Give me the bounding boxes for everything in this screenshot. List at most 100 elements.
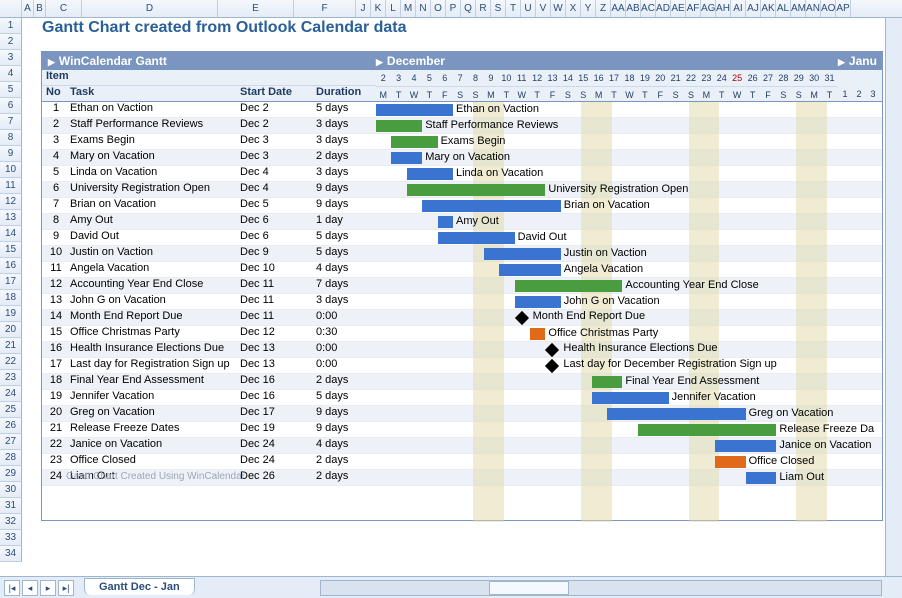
- col-header[interactable]: AE: [671, 0, 686, 17]
- col-header[interactable]: F: [294, 0, 356, 17]
- row-header[interactable]: 28: [0, 450, 22, 466]
- col-header[interactable]: K: [371, 0, 386, 17]
- row-header[interactable]: 7: [0, 114, 22, 130]
- task-row[interactable]: 18 Final Year End Assessment Dec 16 2 da…: [42, 374, 882, 390]
- col-header[interactable]: V: [536, 0, 551, 17]
- row-header[interactable]: 4: [0, 66, 22, 82]
- row-header[interactable]: 18: [0, 290, 22, 306]
- sheet-tab[interactable]: Gantt Dec - Jan: [84, 578, 195, 595]
- row-header[interactable]: 15: [0, 242, 22, 258]
- col-header[interactable]: R: [476, 0, 491, 17]
- row-header[interactable]: 16: [0, 258, 22, 274]
- row-header[interactable]: 6: [0, 98, 22, 114]
- task-row[interactable]: 9 David Out Dec 6 5 days David Out: [42, 230, 882, 246]
- col-header[interactable]: L: [386, 0, 401, 17]
- col-header[interactable]: W: [551, 0, 566, 17]
- row-header[interactable]: 21: [0, 338, 22, 354]
- task-row[interactable]: 11 Angela Vacation Dec 10 4 days Angela …: [42, 262, 882, 278]
- col-header[interactable]: AM: [791, 0, 806, 17]
- task-row[interactable]: 7 Brian on Vacation Dec 5 9 days Brian o…: [42, 198, 882, 214]
- tab-nav-prev[interactable]: ◂: [22, 580, 38, 596]
- row-header[interactable]: 23: [0, 370, 22, 386]
- col-header[interactable]: A: [22, 0, 34, 17]
- col-header[interactable]: AH: [716, 0, 731, 17]
- row-header[interactable]: 31: [0, 498, 22, 514]
- tab-nav-last[interactable]: ▸|: [58, 580, 74, 596]
- col-header[interactable]: AG: [701, 0, 716, 17]
- col-header[interactable]: T: [506, 0, 521, 17]
- task-row[interactable]: 1 Ethan on Vaction Dec 2 5 days Ethan on…: [42, 102, 882, 118]
- row-header[interactable]: 19: [0, 306, 22, 322]
- row-header[interactable]: 2: [0, 34, 22, 50]
- col-header[interactable]: B: [34, 0, 46, 17]
- task-row[interactable]: 12 Accounting Year End Close Dec 11 7 da…: [42, 278, 882, 294]
- task-row[interactable]: 21 Release Freeze Dates Dec 19 9 days Re…: [42, 422, 882, 438]
- row-header[interactable]: 30: [0, 482, 22, 498]
- col-header[interactable]: N: [416, 0, 431, 17]
- row-header[interactable]: 1: [0, 18, 22, 34]
- col-header[interactable]: Q: [461, 0, 476, 17]
- row-header[interactable]: 20: [0, 322, 22, 338]
- col-header[interactable]: M: [401, 0, 416, 17]
- row-header[interactable]: 5: [0, 82, 22, 98]
- tab-nav-next[interactable]: ▸: [40, 580, 56, 596]
- row-header[interactable]: 9: [0, 146, 22, 162]
- task-row[interactable]: 4 Mary on Vacation Dec 3 2 days Mary on …: [42, 150, 882, 166]
- select-all-corner[interactable]: [0, 0, 22, 17]
- task-row[interactable]: 14 Month End Report Due Dec 11 0:00 Mont…: [42, 310, 882, 326]
- task-row[interactable]: 23 Office Closed Dec 24 2 days Office Cl…: [42, 454, 882, 470]
- task-row[interactable]: 20 Greg on Vacation Dec 17 9 days Greg o…: [42, 406, 882, 422]
- row-header[interactable]: 3: [0, 50, 22, 66]
- task-row[interactable]: 19 Jennifer Vacation Dec 16 5 days Jenni…: [42, 390, 882, 406]
- row-header[interactable]: 24: [0, 386, 22, 402]
- vertical-scrollbar[interactable]: [885, 18, 902, 576]
- col-header[interactable]: AA: [611, 0, 626, 17]
- row-header[interactable]: 14: [0, 226, 22, 242]
- col-header[interactable]: AP: [836, 0, 851, 17]
- col-header[interactable]: E: [218, 0, 294, 17]
- task-row[interactable]: 10 Justin on Vaction Dec 9 5 days Justin…: [42, 246, 882, 262]
- task-row[interactable]: 8 Amy Out Dec 6 1 day Amy Out: [42, 214, 882, 230]
- row-header[interactable]: 34: [0, 546, 22, 562]
- col-header[interactable]: Z: [596, 0, 611, 17]
- col-header[interactable]: S: [491, 0, 506, 17]
- row-header[interactable]: 17: [0, 274, 22, 290]
- row-header[interactable]: 33: [0, 530, 22, 546]
- col-header[interactable]: AL: [776, 0, 791, 17]
- task-row[interactable]: 17 Last day for Registration Sign up Dec…: [42, 358, 882, 374]
- col-header[interactable]: D: [82, 0, 218, 17]
- col-header[interactable]: AO: [821, 0, 836, 17]
- row-header[interactable]: 13: [0, 210, 22, 226]
- task-row[interactable]: 6 University Registration Open Dec 4 9 d…: [42, 182, 882, 198]
- row-header[interactable]: 25: [0, 402, 22, 418]
- horizontal-scrollbar[interactable]: [320, 580, 882, 596]
- row-header[interactable]: 11: [0, 178, 22, 194]
- col-header[interactable]: P: [446, 0, 461, 17]
- col-header[interactable]: AK: [761, 0, 776, 17]
- row-header[interactable]: 22: [0, 354, 22, 370]
- row-header[interactable]: 8: [0, 130, 22, 146]
- task-row[interactable]: 2 Staff Performance Reviews Dec 2 3 days…: [42, 118, 882, 134]
- task-row[interactable]: 15 Office Christmas Party Dec 12 0:30 Of…: [42, 326, 882, 342]
- row-header[interactable]: 10: [0, 162, 22, 178]
- col-header[interactable]: O: [431, 0, 446, 17]
- task-row[interactable]: 5 Linda on Vacation Dec 4 3 days Linda o…: [42, 166, 882, 182]
- row-header[interactable]: 12: [0, 194, 22, 210]
- task-row[interactable]: 3 Exams Begin Dec 3 3 days Exams Begin: [42, 134, 882, 150]
- col-header[interactable]: AC: [641, 0, 656, 17]
- col-header[interactable]: J: [356, 0, 371, 17]
- row-header[interactable]: 32: [0, 514, 22, 530]
- col-header[interactable]: X: [566, 0, 581, 17]
- grid-area[interactable]: 1234567891011121314151617181920212223242…: [0, 18, 902, 576]
- col-header[interactable]: C: [46, 0, 82, 17]
- row-header[interactable]: 26: [0, 418, 22, 434]
- col-header[interactable]: AB: [626, 0, 641, 17]
- col-header[interactable]: U: [521, 0, 536, 17]
- task-row[interactable]: 13 John G on Vacation Dec 11 3 days John…: [42, 294, 882, 310]
- tab-nav-first[interactable]: |◂: [4, 580, 20, 596]
- scrollbar-thumb[interactable]: [489, 581, 569, 595]
- row-header[interactable]: 29: [0, 466, 22, 482]
- col-header[interactable]: AD: [656, 0, 671, 17]
- col-header[interactable]: AN: [806, 0, 821, 17]
- col-header[interactable]: AF: [686, 0, 701, 17]
